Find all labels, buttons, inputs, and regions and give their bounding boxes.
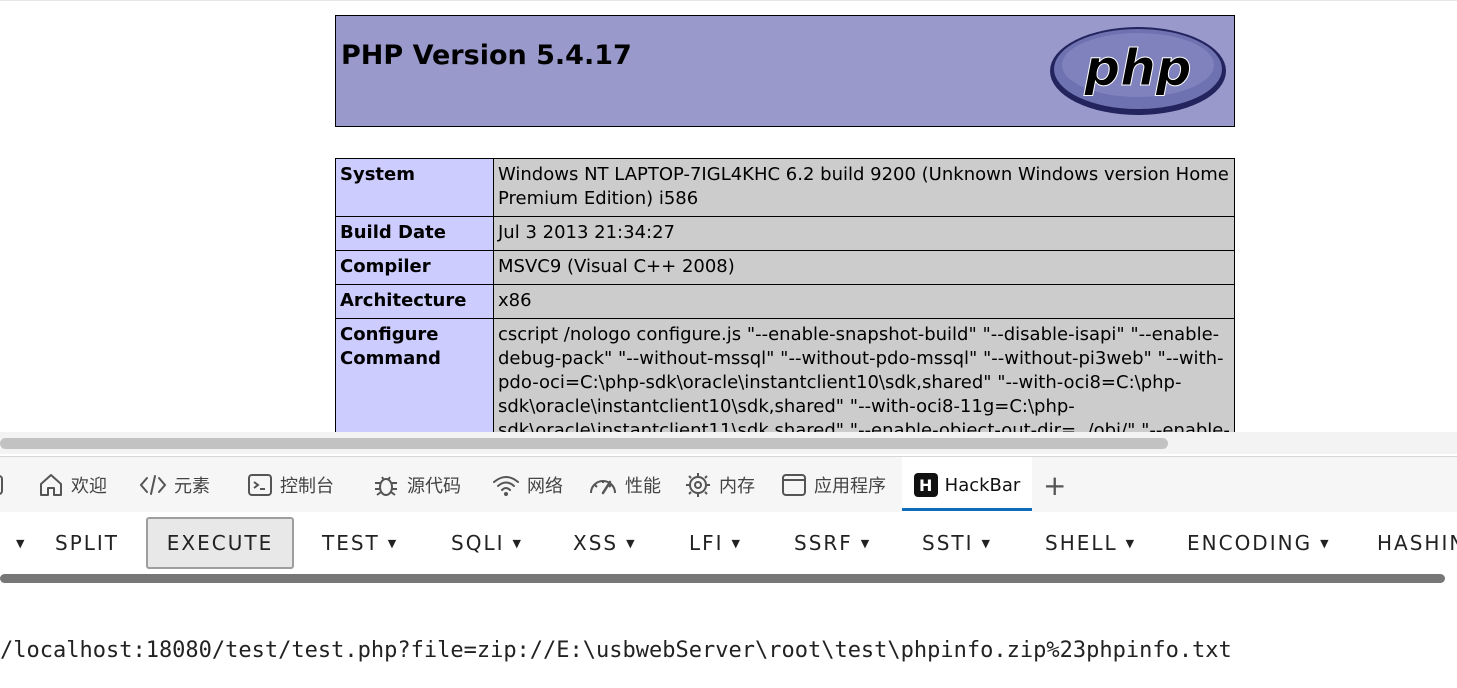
button-label: SHELL — [1045, 531, 1118, 555]
tab-sources[interactable]: 源代码 — [372, 457, 461, 513]
home-icon — [38, 472, 64, 498]
caret-down-icon: ▼ — [626, 536, 637, 550]
tab-label: 欢迎 — [71, 476, 107, 497]
row-value: MSVC9 (Visual C++ 2008) — [493, 250, 1235, 285]
row-value: Windows NT LAPTOP-7IGL4KHC 6.2 build 920… — [493, 158, 1235, 217]
php-logo-icon: php — [1048, 25, 1228, 121]
row-key: Architecture — [335, 284, 494, 319]
tab-label: 源代码 — [407, 476, 461, 497]
tab-application[interactable]: 应用程序 — [781, 457, 886, 513]
row-value: Jul 3 2013 21:34:27 — [493, 216, 1235, 251]
tab-network[interactable]: 网络 — [492, 457, 563, 513]
gauge-icon — [588, 473, 618, 497]
url-input[interactable]: /localhost:18080/test/test.php?file=zip:… — [0, 638, 1457, 663]
button-label: SQLI — [451, 531, 505, 555]
row-key: Build Date — [335, 216, 494, 251]
shell-menu-button[interactable]: SHELL ▼ — [1045, 518, 1136, 568]
row-value: cscript /nologo configure.js "--enable-s… — [493, 318, 1235, 433]
button-label: HASHING — [1377, 531, 1457, 555]
code-icon — [139, 473, 167, 497]
xss-menu-button[interactable]: XSS ▼ — [573, 518, 637, 568]
tab-partial-hidden[interactable] — [0, 457, 13, 513]
tab-label: 控制台 — [280, 476, 334, 497]
caret-down-icon: ▼ — [731, 536, 743, 550]
row-key: Compiler — [335, 250, 494, 285]
ssrf-menu-button[interactable]: SSRF ▼ — [794, 518, 871, 568]
tab-memory[interactable]: 内存 — [684, 457, 755, 513]
tab-welcome[interactable]: 欢迎 — [38, 457, 107, 513]
toolbar-horizontal-scrollbar[interactable] — [0, 574, 1457, 586]
table-row: Compiler MSVC9 (Visual C++ 2008) — [335, 250, 1235, 285]
encoding-menu-button[interactable]: ENCODING ▼ — [1187, 518, 1331, 568]
phpinfo-table: System Windows NT LAPTOP-7IGL4KHC 6.2 bu… — [335, 158, 1235, 433]
lfi-menu-button[interactable]: LFI ▼ — [689, 518, 742, 568]
tab-label: HackBar — [944, 474, 1021, 496]
page-horizontal-scrollbar[interactable] — [0, 432, 1457, 454]
svg-text:php: php — [1083, 39, 1191, 97]
wifi-icon — [492, 473, 520, 497]
row-key: Configure Command — [335, 318, 494, 433]
caret-down-icon: ▼ — [860, 536, 872, 550]
button-label: ENCODING — [1187, 531, 1313, 555]
caret-down-icon: ▼ — [981, 536, 992, 550]
add-tab-button[interactable]: + — [1043, 457, 1066, 513]
console-icon — [247, 472, 273, 498]
sqli-menu-button[interactable]: SQLI ▼ — [451, 518, 523, 568]
php-header: PHP Version 5.4.17 php — [335, 15, 1235, 127]
hashing-menu-button[interactable]: HASHING — [1377, 518, 1457, 568]
test-menu-button[interactable]: TEST ▼ — [322, 518, 398, 568]
tab-hackbar[interactable]: H HackBar — [902, 457, 1032, 513]
table-row: System Windows NT LAPTOP-7IGL4KHC 6.2 bu… — [335, 158, 1235, 217]
phpinfo-page: PHP Version 5.4.17 php System Windows NT… — [0, 0, 1457, 433]
tab-elements[interactable]: 元素 — [139, 457, 210, 513]
button-label: SSRF — [794, 531, 853, 555]
split-button[interactable]: SPLIT — [55, 518, 119, 568]
load-dropdown-button[interactable]: ▼ — [8, 518, 26, 568]
button-label: TEST — [322, 531, 380, 555]
row-value: x86 — [493, 284, 1235, 319]
hackbar-logo-icon: H — [913, 473, 938, 497]
caret-down-icon: ▼ — [1125, 536, 1137, 550]
row-key: System — [335, 158, 494, 217]
tab-label: 应用程序 — [814, 476, 886, 497]
devtools-tab-strip: 欢迎 元素 控制台 源代码 网络 性能 内存 应用程序 H HackBar + — [0, 456, 1457, 513]
button-label: SSTI — [922, 531, 974, 555]
plus-icon: + — [1043, 468, 1067, 502]
bug-icon — [372, 471, 400, 499]
scrollbar-thumb[interactable] — [0, 438, 1168, 449]
scrollbar-thumb[interactable] — [0, 574, 1445, 583]
hackbar-toolbar: ▼ SPLIT EXECUTE TEST ▼ SQLI ▼ XSS ▼ LFI ▼ SS… — [0, 512, 1457, 574]
window-icon — [781, 472, 807, 498]
button-label: LFI — [689, 531, 724, 555]
table-row: Architecture x86 — [335, 284, 1235, 319]
caret-down-icon: ▼ — [387, 536, 399, 550]
ssti-menu-button[interactable]: SSTI ▼ — [922, 518, 992, 568]
button-label: XSS — [573, 531, 619, 555]
caret-down-icon: ▼ — [512, 536, 523, 550]
caret-down-icon: ▼ — [1320, 536, 1331, 550]
tab-label: 内存 — [719, 476, 755, 497]
table-row: Build Date Jul 3 2013 21:34:27 — [335, 216, 1235, 251]
caret-down-icon: ▼ — [16, 536, 27, 550]
panel-icon — [0, 474, 6, 496]
tab-label: 性能 — [625, 476, 661, 497]
tab-label: 网络 — [527, 476, 563, 497]
url-editor: /localhost:18080/test/test.php?file=zip:… — [0, 586, 1457, 688]
execute-button[interactable]: EXECUTE — [146, 517, 294, 569]
tab-console[interactable]: 控制台 — [247, 457, 334, 513]
chip-icon — [684, 471, 712, 499]
tab-performance[interactable]: 性能 — [588, 457, 661, 513]
php-version-title: PHP Version 5.4.17 — [341, 40, 632, 71]
tab-label: 元素 — [174, 476, 210, 497]
table-row: Configure Command cscript /nologo config… — [335, 318, 1235, 433]
